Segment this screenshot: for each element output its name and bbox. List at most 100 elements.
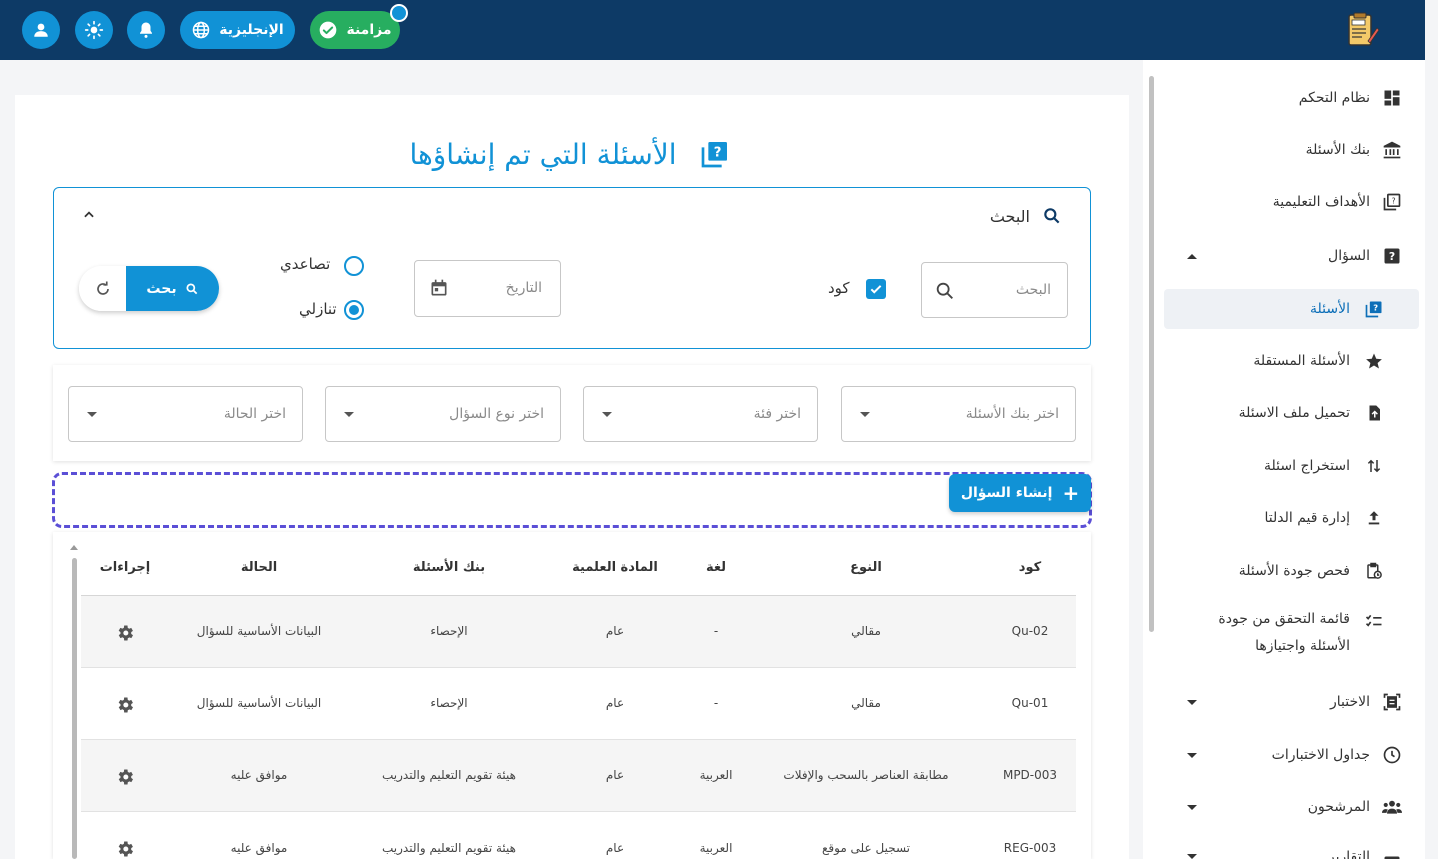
cell-code: Qu-02	[1011, 624, 1049, 638]
gear-icon[interactable]	[115, 623, 135, 643]
sidebar-item-delta-values[interactable]: إدارة قيم الدلتا	[1143, 498, 1425, 538]
theme-toggle-button[interactable]	[75, 11, 113, 49]
top-bar: الإنجليزية مزامنة	[0, 0, 1425, 60]
svg-text:?: ?	[1392, 197, 1396, 206]
cell-code: MPD-003	[1002, 768, 1058, 782]
gear-icon[interactable]	[115, 767, 135, 787]
calendar-icon[interactable]	[429, 278, 449, 298]
sidebar-item-question[interactable]: ? السؤال	[1143, 236, 1425, 276]
search-button-label: بحث	[146, 280, 177, 297]
column-header-bank[interactable]: بنك الأسئلة	[413, 560, 485, 575]
clipboard-clock-icon	[1363, 560, 1385, 582]
sun-icon	[84, 20, 104, 40]
notifications-button[interactable]	[127, 11, 165, 49]
sidebar-item-reports[interactable]: التقارير	[1143, 839, 1425, 859]
dropdown-arrow-icon	[860, 412, 870, 417]
page-title: ? الأسئلة التي تم إنشاؤها	[390, 132, 750, 176]
date-field[interactable]: التاريخ	[414, 260, 561, 317]
caret-up-icon	[1187, 253, 1197, 259]
column-header-language[interactable]: لغة	[706, 560, 726, 575]
column-header-subject[interactable]: المادة العلمية	[572, 560, 658, 575]
dropdown-arrow-icon	[344, 412, 354, 417]
gear-icon[interactable]	[115, 839, 135, 859]
sidebar-item-questions[interactable]: ? الأسئلة	[1164, 289, 1419, 329]
cell-bank: هيئة تقويم التعليم والتدريب	[382, 841, 516, 855]
cell-type: مقالي	[851, 624, 881, 638]
create-question-button[interactable]: + إنشاء السؤال	[949, 474, 1091, 512]
status-select-placeholder: اختر الحالة	[223, 406, 286, 422]
sidebar-item-label: تحميل ملف الاسئلة	[1238, 405, 1350, 421]
bell-icon	[140, 22, 152, 38]
sidebar-item-dashboard[interactable]: نظام التحكم	[1143, 78, 1425, 118]
caret-down-icon	[1187, 804, 1197, 810]
question-type-select[interactable]: اختر نوع السؤال	[325, 386, 561, 442]
table-scroll-up-icon[interactable]	[70, 545, 78, 550]
objectives-icon: ?	[1381, 191, 1403, 213]
sidebar-item-label: السؤال	[1328, 248, 1370, 264]
checklist-icon	[1363, 611, 1385, 633]
cell-status: موافق عليه	[230, 841, 288, 855]
search-input[interactable]: البحث	[921, 262, 1068, 318]
chevron-up-icon[interactable]	[82, 208, 96, 222]
table-scrollbar-thumb[interactable]	[72, 558, 77, 859]
cell-subject: عام	[605, 768, 625, 782]
cell-bank: الإحصاء	[430, 696, 468, 710]
question-bank-select-placeholder: اختر بنك الأسئلة	[965, 406, 1059, 422]
search-input-placeholder: البحث	[1015, 282, 1051, 298]
sidebar-item-upload-questions-file[interactable]: تحميل ملف الاسئلة	[1143, 393, 1425, 433]
create-action-zone	[52, 472, 1092, 528]
exam-icon	[1381, 691, 1403, 713]
sidebar-item-label: الأسئلة المستقلة	[1253, 353, 1350, 369]
cell-type: مقالي	[851, 696, 881, 710]
sidebar-item-quality-checklist[interactable]: قائمة التحقق من جودة الأسئلة واجتيازها	[1143, 603, 1425, 665]
sidebar-item-extract-questions[interactable]: استخراج اسئلة	[1143, 446, 1425, 486]
sidebar-item-question-bank[interactable]: بنك الأسئلة	[1143, 130, 1425, 170]
code-checkbox[interactable]	[866, 279, 886, 299]
refresh-icon	[96, 281, 109, 295]
dropdown-arrow-icon	[87, 412, 97, 417]
gear-icon[interactable]	[115, 695, 135, 715]
sidebar-item-label: إدارة قيم الدلتا	[1264, 510, 1350, 526]
sidebar-item-exam-schedules[interactable]: جداول الاختبارات	[1143, 735, 1425, 775]
status-select[interactable]: اختر الحالة	[68, 386, 303, 442]
language-button[interactable]: الإنجليزية	[180, 11, 295, 49]
sidebar-item-label: نظام التحكم	[1298, 90, 1370, 106]
sidebar-item-label: استخراج اسئلة	[1264, 458, 1350, 474]
sidebar-item-label: جداول الاختبارات	[1271, 747, 1370, 763]
file-upload-icon	[1363, 402, 1385, 424]
sidebar-item-objectives[interactable]: ? الأهداف التعليمية	[1143, 182, 1425, 222]
sort-asc-radio[interactable]	[344, 256, 364, 276]
sidebar-item-label: بنك الأسئلة	[1305, 142, 1370, 158]
sort-desc-radio[interactable]	[344, 300, 364, 320]
column-header-code[interactable]: كود	[1019, 560, 1041, 575]
cell-language: -	[713, 696, 719, 710]
checkmark-icon	[870, 285, 882, 294]
star-icon	[1363, 350, 1385, 372]
questions-icon: ?	[1363, 298, 1385, 320]
clock-icon	[1381, 744, 1403, 766]
column-header-actions: إجراءات	[99, 560, 151, 575]
search-panel-header[interactable]: البحث	[990, 206, 1062, 226]
column-header-status[interactable]: الحالة	[241, 560, 277, 575]
category-select[interactable]: اختر فئة	[583, 386, 818, 442]
user-button[interactable]	[22, 11, 60, 49]
sync-button[interactable]: مزامنة	[310, 11, 400, 49]
cell-code: Qu-01	[1011, 696, 1049, 710]
question-bank-select[interactable]: اختر بنك الأسئلة	[841, 386, 1076, 442]
sidebar-item-quality-check[interactable]: فحص جودة الأسئلة	[1143, 551, 1425, 591]
sidebar-item-exam[interactable]: الاختبار	[1143, 682, 1425, 722]
search-button-group: بحث	[79, 266, 219, 311]
reset-button[interactable]	[79, 266, 126, 311]
column-header-type[interactable]: النوع	[850, 560, 882, 575]
search-button[interactable]: بحث	[126, 266, 219, 311]
sidebar-item-candidates[interactable]: المرشحون	[1143, 787, 1425, 827]
sidebar-scrollbar-thumb[interactable]	[1149, 76, 1154, 632]
plus-icon: +	[1062, 481, 1080, 505]
sidebar-item-standalone-questions[interactable]: الأسئلة المستقلة	[1143, 341, 1425, 381]
caret-down-icon	[1187, 752, 1197, 758]
cell-status: البيانات الأساسية للسؤال	[196, 696, 322, 710]
svg-text:?: ?	[1389, 250, 1395, 263]
cell-status: موافق عليه	[230, 768, 288, 782]
cell-type: تسجيل على موقع	[821, 841, 911, 855]
cell-status: البيانات الأساسية للسؤال	[196, 624, 322, 638]
